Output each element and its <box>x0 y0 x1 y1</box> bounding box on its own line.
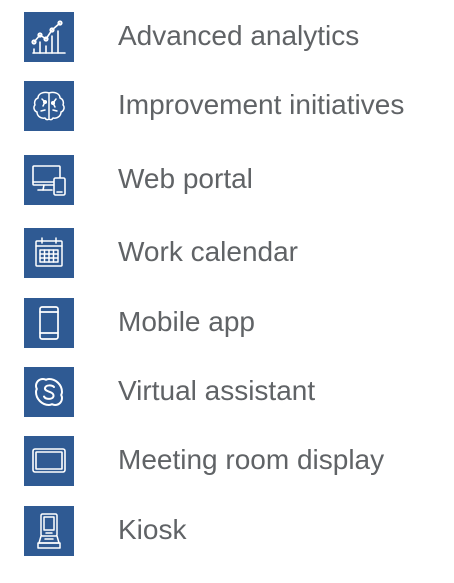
feature-item-virtual-assistant: Virtual assistant <box>0 367 454 417</box>
feature-label: Web portal <box>118 163 253 194</box>
feature-label: Kiosk <box>118 514 187 545</box>
feature-item-work-calendar: Work calendar <box>0 228 454 278</box>
feature-item-meeting-room-display: Meeting room display <box>0 436 454 486</box>
mobile-phone-icon <box>24 298 74 348</box>
analytics-chart-icon <box>24 12 74 62</box>
feature-label: Improvement initiatives <box>118 89 405 120</box>
desktop-and-tablet-icon <box>24 155 74 205</box>
brain-icon <box>24 81 74 131</box>
feature-label: Virtual assistant <box>118 375 316 406</box>
feature-item-web-portal: Web portal <box>0 155 454 205</box>
feature-label: Mobile app <box>118 306 255 337</box>
feature-item-kiosk: Kiosk <box>0 506 454 556</box>
calendar-icon <box>24 228 74 278</box>
wall-display-icon <box>24 436 74 486</box>
skype-logo-icon <box>24 367 74 417</box>
feature-label: Meeting room display <box>118 444 385 475</box>
feature-item-mobile-app: Mobile app <box>0 298 454 348</box>
feature-item-advanced-analytics: Advanced analytics <box>0 12 454 62</box>
feature-item-improvement-initiatives: Improvement initiatives <box>0 81 454 131</box>
feature-label: Work calendar <box>118 236 299 267</box>
feature-label: Advanced analytics <box>118 20 360 51</box>
feature-list: Advanced analytics Improvement initiativ… <box>0 0 454 583</box>
kiosk-icon <box>24 506 74 556</box>
